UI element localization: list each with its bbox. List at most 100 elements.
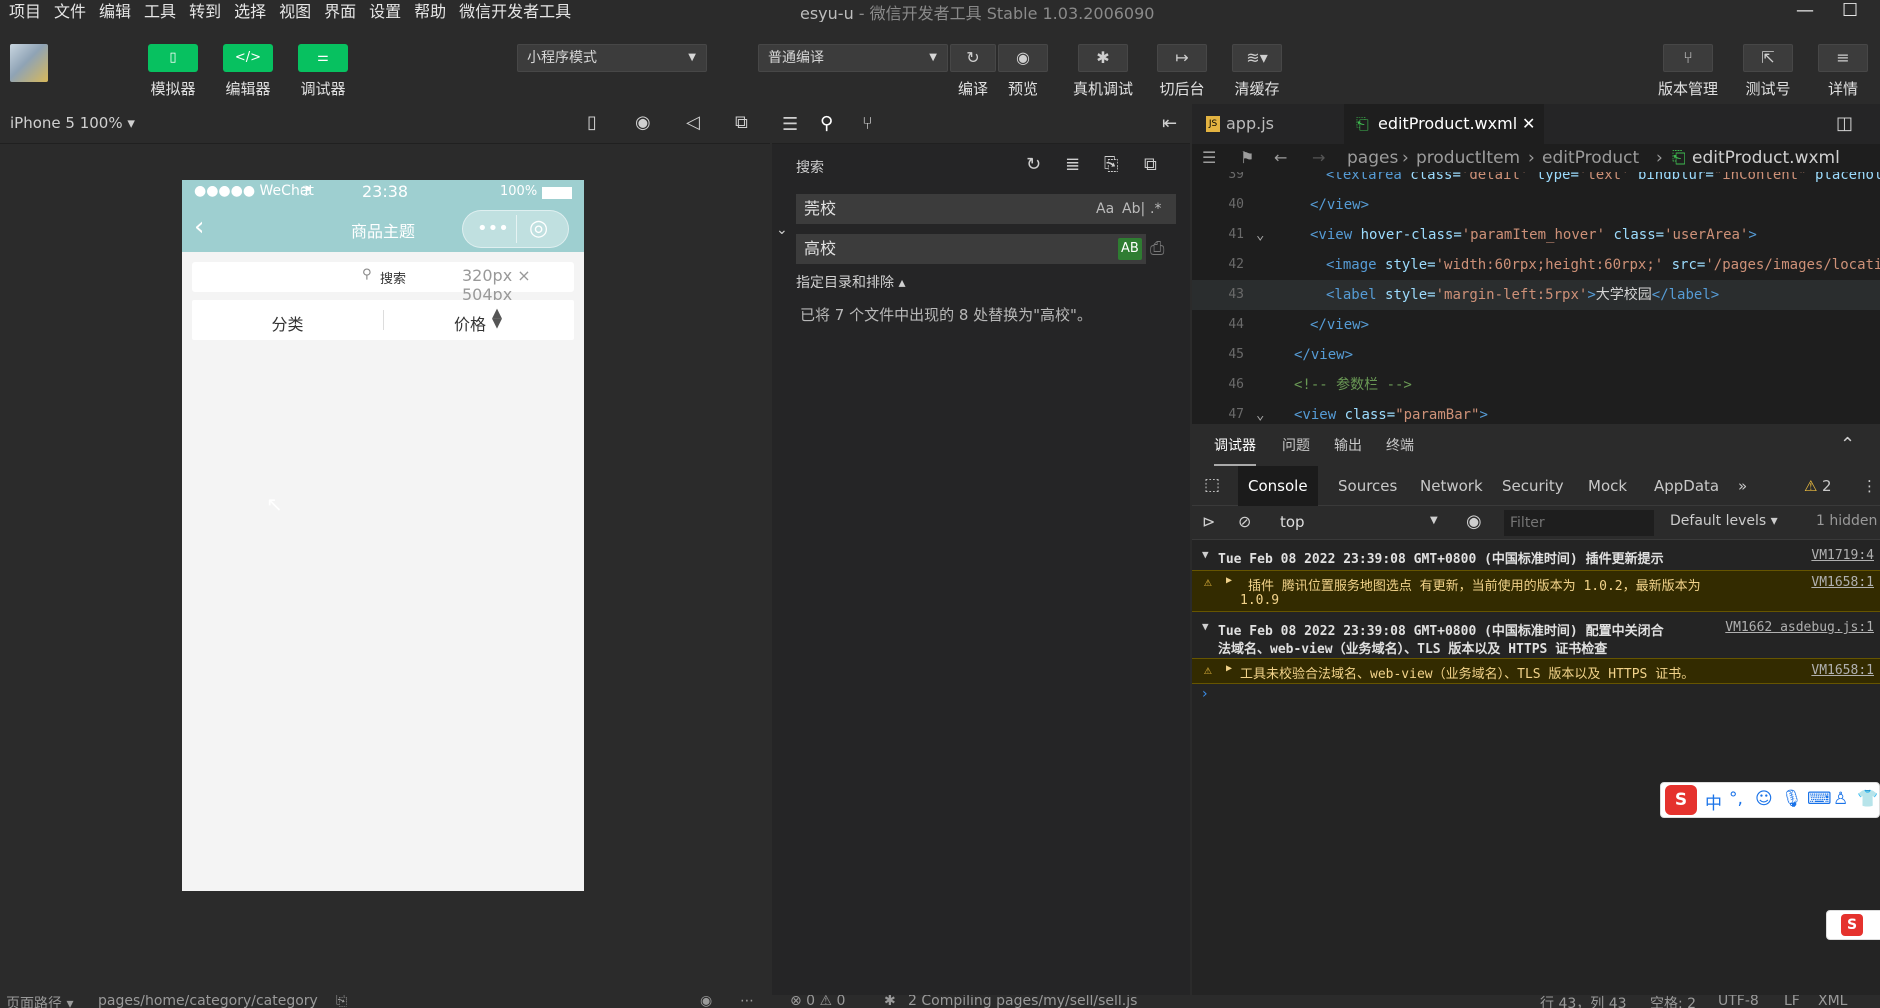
tab-appdata[interactable]: AppData bbox=[1654, 466, 1719, 506]
back-icon[interactable]: ← bbox=[1274, 144, 1287, 172]
branch-icon[interactable]: ⑂ bbox=[862, 113, 873, 134]
more-icon[interactable]: ••• bbox=[477, 218, 509, 239]
more-icon[interactable]: ⋯ bbox=[740, 995, 754, 1008]
console-warning[interactable]: ⚠ ▶ 工具未校验合法域名、web-view（业务域名）、TLS 版本以及 HT… bbox=[1192, 658, 1880, 684]
cursor-position[interactable]: 行 43，列 43 bbox=[1540, 995, 1627, 1008]
avatar[interactable] bbox=[10, 44, 48, 82]
expand-icon[interactable]: ▼ bbox=[1202, 620, 1209, 633]
console-warning[interactable]: ⚠ ▶ 插件 腾讯位置服务地图选点 有更新，当前使用的版本为 1.0.2，最新版… bbox=[1192, 570, 1880, 612]
refresh-icon[interactable]: ↻ bbox=[1026, 154, 1041, 175]
eye-icon[interactable]: ◉ bbox=[700, 995, 712, 1008]
tab-app-js[interactable]: JS app.js bbox=[1192, 104, 1342, 144]
new-editor-icon[interactable]: ⎘ bbox=[1104, 154, 1118, 175]
mode-select[interactable]: 小程序模式 ▼ bbox=[517, 44, 707, 72]
encoding[interactable]: UTF-8 bbox=[1718, 995, 1759, 1008]
expand-icon[interactable]: ▶ bbox=[1226, 663, 1232, 674]
search-bar[interactable]: ⚲ 搜索 320px × 504px bbox=[192, 262, 574, 304]
menu-select[interactable]: 选择 bbox=[234, 0, 266, 22]
kebab-menu-icon[interactable]: ⋮ bbox=[1862, 466, 1877, 506]
language-mode[interactable]: XML bbox=[1818, 995, 1847, 1008]
whole-word-toggle[interactable]: Ab| bbox=[1122, 194, 1145, 224]
menu-tools[interactable]: 工具 bbox=[144, 0, 176, 22]
close-icon[interactable]: ✕ bbox=[1522, 104, 1535, 144]
menu-help[interactable]: 帮助 bbox=[414, 0, 446, 22]
tab-terminal[interactable]: 终端 bbox=[1386, 426, 1414, 466]
console-group[interactable]: ▼ Tue Feb 08 2022 23:39:08 GMT+0800 (中国标… bbox=[1192, 542, 1880, 570]
preview-button[interactable]: ◉ bbox=[998, 44, 1048, 72]
context-select[interactable]: top bbox=[1280, 513, 1305, 531]
sogou-logo-icon[interactable]: S bbox=[1665, 785, 1697, 815]
replace-input[interactable]: 高校 AB bbox=[796, 234, 1146, 264]
expand-icon[interactable]: ▶ bbox=[1226, 575, 1232, 586]
copy-icon[interactable]: ⎘ bbox=[336, 995, 347, 1008]
outline-icon[interactable]: ☰ bbox=[782, 114, 798, 135]
collapse-all-icon[interactable]: ⧉ bbox=[1144, 154, 1157, 175]
ime-punctuation-icon[interactable]: °, bbox=[1729, 789, 1743, 809]
eye-icon[interactable]: ◉ bbox=[1466, 511, 1482, 532]
record-icon[interactable]: ◉ bbox=[635, 112, 651, 133]
compile-mode-select[interactable]: 普通编译 ▼ bbox=[758, 44, 948, 72]
split-editor-icon[interactable]: ◫ bbox=[1836, 113, 1853, 134]
menu-view[interactable]: 视图 bbox=[279, 0, 311, 22]
clear-console-icon[interactable]: ⊘ bbox=[1238, 512, 1251, 531]
log-source-link[interactable]: VM1662 asdebug.js:1 bbox=[1725, 620, 1874, 635]
menu-interface[interactable]: 界面 bbox=[324, 0, 356, 22]
log-source-link[interactable]: VM1658:1 bbox=[1811, 575, 1874, 590]
tab-security[interactable]: Security bbox=[1502, 466, 1564, 506]
user-icon[interactable]: ♙ bbox=[1833, 789, 1848, 809]
test-id-button[interactable]: ⇱ bbox=[1743, 44, 1793, 72]
tab-output[interactable]: 输出 bbox=[1334, 426, 1362, 466]
log-source-link[interactable]: VM1719:4 bbox=[1811, 548, 1874, 563]
fold-icon[interactable]: ⌄ bbox=[1256, 400, 1264, 424]
tab-mock[interactable]: Mock bbox=[1588, 466, 1627, 506]
code-area[interactable]: 39 <textarea class='detail' type='text' b… bbox=[1192, 172, 1880, 424]
more-tabs-icon[interactable]: » bbox=[1738, 466, 1747, 506]
forward-icon[interactable]: → bbox=[1312, 144, 1325, 172]
details-button[interactable]: ≡ bbox=[1818, 44, 1868, 72]
menu-wechat-devtools[interactable]: 微信开发者工具 bbox=[459, 0, 571, 22]
maximize-icon[interactable]: ☐ bbox=[1842, 0, 1858, 21]
replace-all-icon[interactable]: ⎙ bbox=[1150, 238, 1164, 259]
list-icon[interactable]: ☰ bbox=[1202, 144, 1216, 172]
toggle-replace-icon[interactable]: ⌄ bbox=[776, 222, 788, 238]
console-filter-input[interactable] bbox=[1504, 510, 1654, 536]
warning-count[interactable]: 2 bbox=[1822, 466, 1832, 506]
keyboard-icon[interactable]: ⌨ bbox=[1807, 789, 1832, 809]
menu-file[interactable]: 文件 bbox=[54, 0, 86, 22]
inspect-icon[interactable]: ⬚ bbox=[1204, 475, 1220, 495]
version-button[interactable]: ⑂ bbox=[1663, 44, 1713, 72]
volume-icon[interactable]: ◁ bbox=[686, 112, 700, 133]
page-path-label[interactable]: 页面路径 ▾ bbox=[6, 995, 73, 1008]
breadcrumb-productitem[interactable]: productItem bbox=[1416, 144, 1520, 172]
compile-button[interactable]: ↻ bbox=[950, 44, 996, 72]
ime-chinese-icon[interactable]: 中 bbox=[1705, 789, 1722, 814]
real-debug-button[interactable]: ✱ bbox=[1078, 44, 1128, 72]
match-case-toggle[interactable]: Aa bbox=[1096, 194, 1114, 224]
clear-results-icon[interactable]: ≣ bbox=[1065, 154, 1080, 175]
preserve-case-toggle[interactable]: AB bbox=[1118, 238, 1142, 260]
price-filter[interactable]: 价格 bbox=[454, 311, 486, 335]
console-group[interactable]: ▼ Tue Feb 08 2022 23:39:08 GMT+0800 (中国标… bbox=[1192, 614, 1880, 658]
regex-toggle[interactable]: .* bbox=[1150, 194, 1161, 224]
sidebar-toggle-icon[interactable]: ⊳ bbox=[1202, 512, 1215, 531]
tab-debugger[interactable]: 调试器 bbox=[1214, 426, 1256, 466]
emoji-icon[interactable]: ☺ bbox=[1755, 789, 1773, 809]
log-source-link[interactable]: VM1658:1 bbox=[1811, 663, 1874, 678]
sogou-logo-icon[interactable]: S bbox=[1841, 914, 1863, 936]
microphone-icon[interactable]: 🎙 bbox=[1781, 789, 1803, 809]
log-levels-select[interactable]: Default levels ▾ bbox=[1670, 513, 1778, 529]
minimize-icon[interactable]: — bbox=[1796, 0, 1814, 21]
shirt-icon[interactable]: 👕 bbox=[1857, 789, 1878, 809]
menu-goto[interactable]: 转到 bbox=[189, 0, 221, 22]
expand-icon[interactable]: ▼ bbox=[1202, 548, 1209, 561]
indent-setting[interactable]: 空格: 2 bbox=[1650, 995, 1696, 1008]
menu-settings[interactable]: 设置 bbox=[369, 0, 401, 22]
console-prompt-icon[interactable]: › bbox=[1202, 686, 1208, 702]
warning-icon[interactable]: ⚠ bbox=[1804, 466, 1817, 506]
clear-cache-button[interactable]: ≋▾ bbox=[1232, 44, 1282, 72]
collapse-panel-icon[interactable]: ⇤ bbox=[1162, 113, 1177, 134]
editor-toggle[interactable]: </> bbox=[223, 44, 273, 72]
window-icon[interactable]: ⧉ bbox=[735, 112, 748, 133]
page-path[interactable]: pages/home/category/category bbox=[98, 995, 318, 1008]
background-button[interactable]: ↦ bbox=[1157, 44, 1207, 72]
